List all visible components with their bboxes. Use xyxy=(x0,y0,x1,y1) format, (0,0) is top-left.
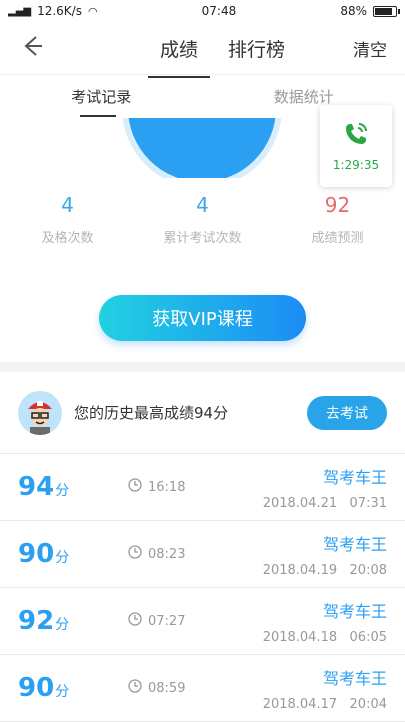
record-name: 驾考车王 xyxy=(263,464,387,488)
stat-value: 92 xyxy=(270,193,405,217)
duration: 08:23 xyxy=(128,545,185,563)
best-score-text: 您的历史最高成绩94分 xyxy=(74,402,228,423)
back-arrow-icon[interactable] xyxy=(18,33,44,64)
record-datetime: 2018.04.18 06:05 xyxy=(263,630,387,645)
duration-value: 08:23 xyxy=(148,547,185,562)
best-score-row: 您的历史最高成绩94分 去考试 xyxy=(0,372,405,454)
record-time: 07:31 xyxy=(350,496,387,511)
record-time: 06:05 xyxy=(350,630,387,645)
status-right: 88% xyxy=(340,4,397,18)
clock-icon xyxy=(128,478,142,496)
stats-row: 4 及格次数 4 累计考试次数 92 成绩预测 xyxy=(0,193,405,246)
record-datetime: 2018.04.19 20:08 xyxy=(263,563,387,578)
get-vip-course-button[interactable]: 获取VIP课程 xyxy=(99,295,306,341)
record-name: 驾考车王 xyxy=(263,598,387,622)
record-date: 2018.04.18 xyxy=(263,630,337,645)
score-unit: 分 xyxy=(55,617,69,633)
score: 94分 xyxy=(18,472,128,502)
call-widget[interactable]: 1:29:35 xyxy=(320,105,392,187)
subtab-data-stats[interactable]: 数据统计 xyxy=(203,86,405,107)
stat-value: 4 xyxy=(135,193,270,217)
score-value: 94 xyxy=(18,472,54,502)
phone-icon xyxy=(342,120,370,152)
stat-prediction: 92 成绩预测 xyxy=(270,193,405,246)
score: 90分 xyxy=(18,673,128,703)
record-datetime: 2018.04.21 07:31 xyxy=(263,496,387,511)
list-item[interactable]: 94分 16:18 驾考车王 2018.04.21 07:31 xyxy=(0,454,405,521)
duration: 08:59 xyxy=(128,679,185,697)
score-gauge-arc xyxy=(122,118,282,178)
score: 90分 xyxy=(18,539,128,569)
signal-icon: ▂▄▆ xyxy=(8,6,31,17)
duration: 07:27 xyxy=(128,612,185,630)
list-item[interactable]: 90分 08:23 驾考车王 2018.04.19 20:08 xyxy=(0,521,405,588)
stat-label: 成绩预测 xyxy=(270,227,405,246)
battery-icon xyxy=(373,6,397,17)
list-item[interactable]: 90分 08:59 驾考车王 2018.04.17 20:04 xyxy=(0,655,405,722)
score-value: 90 xyxy=(18,673,54,703)
duration-value: 16:18 xyxy=(148,480,185,495)
section-divider xyxy=(0,362,405,372)
record-date: 2018.04.21 xyxy=(263,496,337,511)
status-time: 07:48 xyxy=(202,4,237,18)
record-meta: 驾考车王 2018.04.17 20:04 xyxy=(263,665,387,712)
wifi-icon: ◠ xyxy=(88,5,98,18)
record-datetime: 2018.04.17 20:04 xyxy=(263,697,387,712)
score-value: 90 xyxy=(18,539,54,569)
clear-button[interactable]: 清空 xyxy=(353,36,387,61)
tab-ranking[interactable]: 排行榜 xyxy=(226,29,287,68)
header: 成绩 排行榜 清空 xyxy=(0,22,405,74)
score-unit: 分 xyxy=(55,550,69,566)
record-meta: 驾考车王 2018.04.21 07:31 xyxy=(263,464,387,511)
record-name: 驾考车王 xyxy=(263,531,387,555)
stat-label: 及格次数 xyxy=(0,227,135,246)
network-speed: 12.6K/s xyxy=(37,4,82,18)
clock-icon xyxy=(128,612,142,630)
status-bar: ▂▄▆ 12.6K/s ◠ 07:48 88% xyxy=(0,0,405,22)
duration: 16:18 xyxy=(128,478,185,496)
list-item[interactable]: 92分 07:27 驾考车王 2018.04.18 06:05 xyxy=(0,588,405,655)
clock-icon xyxy=(128,545,142,563)
record-date: 2018.04.19 xyxy=(263,563,337,578)
score-unit: 分 xyxy=(55,483,69,499)
stat-label: 累计考试次数 xyxy=(135,227,270,246)
battery-percentage: 88% xyxy=(340,4,367,18)
record-meta: 驾考车王 2018.04.18 06:05 xyxy=(263,598,387,645)
stat-value: 4 xyxy=(0,193,135,217)
duration-value: 07:27 xyxy=(148,614,185,629)
exam-records-list: 94分 16:18 驾考车王 2018.04.21 07:31 90分 08:2… xyxy=(0,454,405,722)
duration-value: 08:59 xyxy=(148,681,185,696)
stat-pass-count: 4 及格次数 xyxy=(0,193,135,246)
header-tabs: 成绩 排行榜 xyxy=(158,29,287,68)
record-date: 2018.04.17 xyxy=(263,697,337,712)
score-value: 92 xyxy=(18,606,54,636)
call-duration: 1:29:35 xyxy=(333,158,379,172)
battery-fill xyxy=(375,8,392,15)
score: 92分 xyxy=(18,606,128,636)
record-name: 驾考车王 xyxy=(263,665,387,689)
clock-icon xyxy=(128,679,142,697)
record-meta: 驾考车王 2018.04.19 20:08 xyxy=(263,531,387,578)
take-exam-button[interactable]: 去考试 xyxy=(307,396,387,430)
status-left: ▂▄▆ 12.6K/s ◠ xyxy=(8,4,98,18)
record-time: 20:08 xyxy=(350,563,387,578)
subtab-exam-records[interactable]: 考试记录 xyxy=(0,86,203,107)
score-unit: 分 xyxy=(55,684,69,700)
avatar xyxy=(18,391,62,435)
record-time: 20:04 xyxy=(350,697,387,712)
stat-total-exams: 4 累计考试次数 xyxy=(135,193,270,246)
tab-scores[interactable]: 成绩 xyxy=(158,29,200,68)
